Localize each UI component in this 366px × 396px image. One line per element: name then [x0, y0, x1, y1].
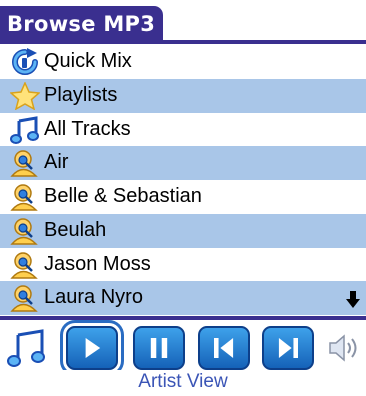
pause-icon: [150, 338, 168, 358]
previous-button[interactable]: [198, 326, 250, 370]
artist-icon: [10, 217, 40, 245]
list-item-label: Playlists: [44, 83, 118, 106]
speaker-icon[interactable]: [326, 332, 360, 364]
list-item-playlists[interactable]: Playlists: [0, 78, 366, 113]
music-note-icon[interactable]: [6, 328, 46, 368]
caption: Artist View: [138, 371, 228, 392]
list-item-artist[interactable]: Belle & Sebastian: [0, 180, 366, 214]
next-icon: [278, 338, 298, 358]
window-title: Browse MP3: [0, 6, 163, 42]
music-note-icon: [10, 115, 40, 144]
list-item-label: Air: [44, 151, 69, 174]
list-item-artist[interactable]: Laura Nyro: [0, 281, 366, 315]
list-item-artist[interactable]: Air: [0, 146, 366, 180]
artist-icon: [10, 183, 40, 211]
player-toolbar: [0, 316, 366, 370]
list-item-label: Belle & Sebastian: [44, 185, 202, 207]
browse-list: Quick Mix Playlists All Tracks Air Belle…: [0, 45, 366, 315]
list-item-quick-mix[interactable]: Quick Mix: [0, 45, 366, 79]
play-icon: [85, 338, 101, 358]
list-item-label: Beulah: [44, 218, 107, 241]
artist-icon: [10, 284, 40, 312]
list-item-artist[interactable]: Beulah: [0, 213, 366, 248]
toolbar-divider: [0, 316, 366, 320]
title-bar: Browse MP3: [0, 0, 366, 45]
star-icon: [9, 80, 41, 111]
list-item-artist[interactable]: Jason Moss: [0, 248, 366, 282]
list-item-label: Laura Nyro: [44, 286, 143, 309]
scroll-down-arrow-icon[interactable]: [346, 291, 360, 309]
title-underline: [0, 40, 366, 44]
pause-button[interactable]: [133, 326, 185, 370]
list-item-all-tracks[interactable]: All Tracks: [0, 113, 366, 147]
app-screen: Browse MP3 Quick Mix Playlists All Track…: [0, 0, 366, 370]
previous-icon: [214, 338, 234, 358]
list-item-label: Jason Moss: [44, 252, 151, 275]
play-button[interactable]: [66, 326, 118, 370]
next-button[interactable]: [262, 326, 314, 370]
artist-icon: [10, 149, 40, 177]
list-item-label: All Tracks: [44, 117, 131, 140]
quick-mix-icon: [10, 48, 40, 76]
list-item-label: Quick Mix: [44, 50, 132, 72]
artist-icon: [10, 251, 40, 279]
